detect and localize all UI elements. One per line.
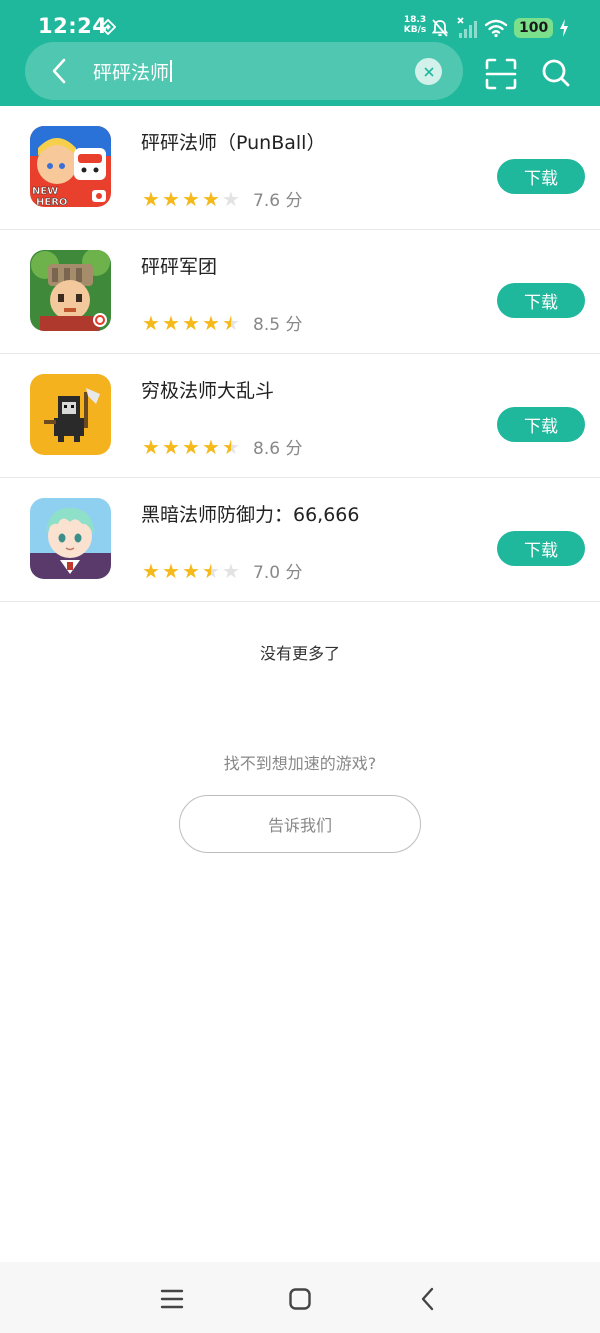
app-icon bbox=[30, 250, 111, 331]
rating-score: 7.0 分 bbox=[253, 563, 303, 583]
star-full-icon: ★ bbox=[182, 310, 200, 335]
star-half-icon: ★ bbox=[222, 310, 240, 335]
app-name[interactable]: 穷极法师大乱斗 bbox=[141, 376, 274, 403]
app-icon: NEW HERO bbox=[30, 126, 111, 207]
clear-icon bbox=[423, 66, 434, 77]
star-full-icon: ★ bbox=[182, 186, 200, 211]
list-item[interactable]: NEW HERO 砰砰法师（PunBall） ★ ★ ★ ★ ★ 7.6 分 下载 bbox=[0, 106, 600, 230]
star-full-icon: ★ bbox=[142, 186, 160, 211]
home-button[interactable] bbox=[285, 1284, 315, 1314]
search-box[interactable]: 砰砰法师 bbox=[25, 42, 463, 100]
star-empty-icon: ★ bbox=[222, 186, 240, 211]
net-speed: 18.3 KB/s bbox=[402, 15, 428, 35]
star-rating: ★ ★ ★ ★ ★ 8.6 分 bbox=[141, 434, 303, 460]
star-full-icon: ★ bbox=[202, 310, 220, 335]
net-speed-unit: KB/s bbox=[403, 25, 427, 35]
svg-text:HERO: HERO bbox=[36, 197, 67, 207]
rating-score: 8.6 分 bbox=[253, 439, 303, 459]
app-name[interactable]: 黑暗法师防御力：66,666 bbox=[141, 500, 359, 527]
wifi-icon bbox=[484, 19, 508, 38]
star-full-icon: ★ bbox=[162, 434, 180, 459]
download-button[interactable]: 下载 bbox=[497, 283, 585, 318]
menu-icon bbox=[160, 1289, 184, 1309]
search-input[interactable]: 砰砰法师 bbox=[93, 56, 393, 86]
list-item[interactable]: 穷极法师大乱斗 ★ ★ ★ ★ ★ 8.6 分 下载 bbox=[0, 354, 600, 478]
rating-score: 8.5 分 bbox=[253, 315, 303, 335]
star-full-icon: ★ bbox=[182, 434, 200, 459]
star-half-icon: ★ bbox=[222, 434, 240, 459]
download-button[interactable]: 下载 bbox=[497, 159, 585, 194]
result-list: NEW HERO 砰砰法师（PunBall） ★ ★ ★ ★ ★ 7.6 分 下载 bbox=[0, 106, 600, 602]
list-item[interactable]: 黑暗法师防御力：66,666 ★ ★ ★ ★ ★ 7.0 分 下载 bbox=[0, 478, 600, 602]
clear-button[interactable] bbox=[415, 58, 442, 85]
text-caret bbox=[170, 60, 172, 82]
star-full-icon: ★ bbox=[182, 558, 200, 583]
search-icon[interactable] bbox=[540, 57, 572, 89]
star-rating: ★ ★ ★ ★ ★ 7.6 分 bbox=[141, 186, 303, 212]
star-rating: ★ ★ ★ ★ ★ 8.5 分 bbox=[141, 310, 303, 336]
system-nav-bar bbox=[0, 1262, 600, 1333]
back-icon bbox=[421, 1287, 434, 1311]
app-icon bbox=[30, 374, 111, 455]
app-name[interactable]: 砰砰军团 bbox=[141, 252, 217, 279]
back-arrow-icon bbox=[52, 58, 66, 84]
header: 12:24 18.3 KB/s 100 砰砰法师 bbox=[0, 0, 600, 106]
star-full-icon: ★ bbox=[142, 310, 160, 335]
app-icon bbox=[30, 498, 111, 579]
diamond-icon bbox=[100, 19, 116, 35]
search-query: 砰砰法师 bbox=[93, 61, 170, 84]
not-found-text: 找不到想加速的游戏? bbox=[223, 754, 377, 773]
status-icons: 100 bbox=[430, 16, 569, 40]
battery-icon: 100 bbox=[514, 18, 554, 38]
signal-icon bbox=[457, 17, 477, 38]
star-full-icon: ★ bbox=[162, 186, 180, 211]
star-rating: ★ ★ ★ ★ ★ 7.0 分 bbox=[141, 558, 303, 584]
star-half-icon: ★ bbox=[202, 558, 220, 583]
star-full-icon: ★ bbox=[142, 434, 160, 459]
download-button[interactable]: 下载 bbox=[497, 407, 585, 442]
star-full-icon: ★ bbox=[162, 558, 180, 583]
status-bar: 12:24 18.3 KB/s 100 bbox=[0, 0, 600, 44]
net-speed-value: 18.3 bbox=[403, 15, 427, 25]
home-icon bbox=[289, 1288, 311, 1310]
back-button-system[interactable] bbox=[413, 1284, 443, 1314]
menu-button[interactable] bbox=[157, 1284, 187, 1314]
star-empty-icon: ★ bbox=[222, 558, 240, 583]
back-button[interactable] bbox=[43, 54, 77, 88]
scan-icon[interactable] bbox=[484, 57, 518, 91]
star-full-icon: ★ bbox=[162, 310, 180, 335]
tell-us-button[interactable]: 告诉我们 bbox=[179, 795, 421, 853]
charging-icon bbox=[560, 19, 569, 37]
status-time: 12:24 bbox=[38, 14, 108, 38]
app-name[interactable]: 砰砰法师（PunBall） bbox=[141, 128, 325, 155]
no-more-text: 没有更多了 bbox=[259, 644, 340, 663]
star-full-icon: ★ bbox=[202, 434, 220, 459]
list-item[interactable]: 砰砰军团 ★ ★ ★ ★ ★ 8.5 分 下载 bbox=[0, 230, 600, 354]
bell-off-icon bbox=[431, 19, 449, 37]
rating-score: 7.6 分 bbox=[253, 191, 303, 211]
star-full-icon: ★ bbox=[142, 558, 160, 583]
download-button[interactable]: 下载 bbox=[497, 531, 585, 566]
svg-text:NEW: NEW bbox=[32, 186, 58, 197]
star-full-icon: ★ bbox=[202, 186, 220, 211]
